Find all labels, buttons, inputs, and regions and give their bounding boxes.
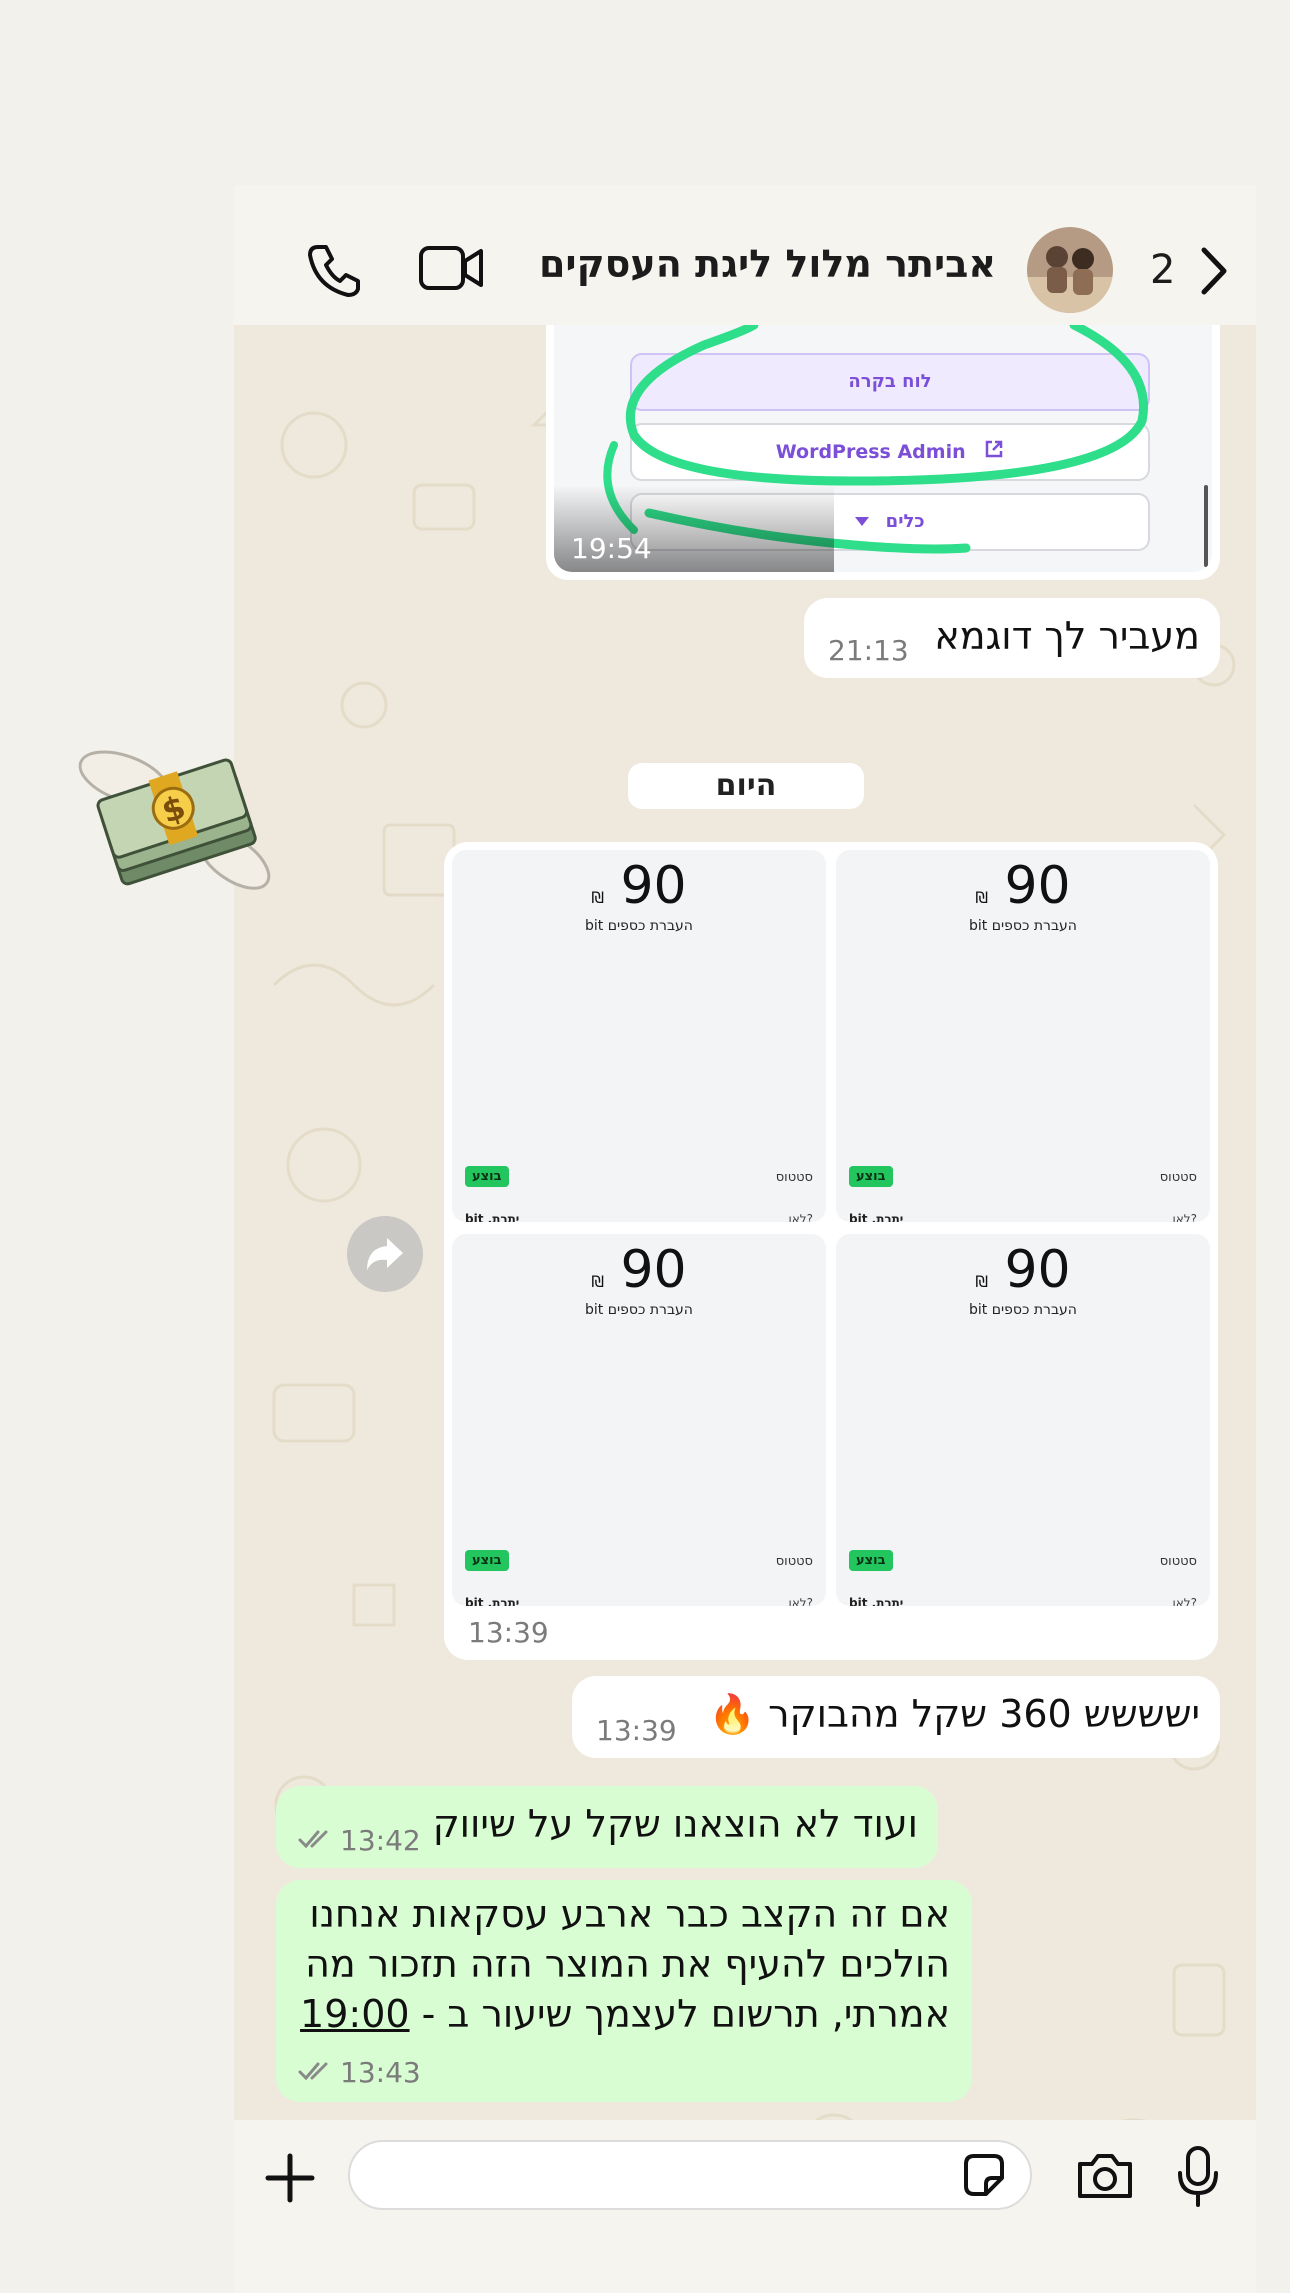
status-badge: בוצע (465, 1166, 509, 1187)
voice-call-icon[interactable] (306, 241, 362, 297)
currency-symbol: ₪ (591, 888, 604, 907)
message-text: ועוד לא הוצאנו שקל על שיווק (432, 1802, 918, 1846)
chevron-back-icon[interactable] (1196, 246, 1230, 296)
payment-amount-value: 90 (1004, 1240, 1071, 1300)
message-time: 13:39 (468, 1616, 549, 1649)
message-time: 19:54 (571, 532, 652, 565)
payment-subtitle: העברת כספים bit (969, 1302, 1077, 1318)
image-album-message[interactable]: 90 ₪ העברת כספים bit בוצע סטטוס bit ,יתר… (444, 842, 1218, 1660)
message-line: אם זה הקצב כבר ארבע עסקאות אנחנו (309, 1892, 950, 1936)
payment-footer-right: לאן? (788, 1596, 814, 1606)
payment-screenshot[interactable]: 90 ₪ העברת כספים bit בוצע סטטוס bit ,יתר… (836, 1234, 1210, 1606)
date-divider: היום (628, 763, 864, 809)
forward-arrow-icon (367, 1238, 403, 1270)
payment-screenshot[interactable]: 90 ₪ העברת כספים bit בוצע סטטוס bit ,יתר… (452, 850, 826, 1222)
payment-amount: 90 ₪ (836, 856, 1210, 916)
forward-button[interactable] (347, 1216, 423, 1292)
double-check-icon (298, 1828, 334, 1854)
attach-plus-icon[interactable] (262, 2150, 318, 2206)
payment-subtitle: העברת כספים bit (969, 918, 1077, 934)
payment-footer-left: bit ,יתרת (465, 1596, 520, 1606)
message-line: אמרתי, תרשום לעצמך שיעור ב - 19:00 (300, 1992, 950, 2036)
status-label: סטטוס (1159, 1554, 1197, 1569)
microphone-icon[interactable] (1176, 2145, 1220, 2207)
payment-footer-right: לאן? (1172, 1596, 1198, 1606)
payment-footer-left: bit ,יתרת (849, 1596, 904, 1606)
currency-symbol: ₪ (591, 1272, 604, 1291)
payment-amount: 90 ₪ (452, 856, 826, 916)
message-input[interactable] (348, 2140, 1032, 2210)
status-label: סטטוס (775, 1170, 813, 1185)
payment-amount: 90 ₪ (452, 1240, 826, 1300)
currency-symbol: ₪ (975, 888, 988, 907)
payment-subtitle: העברת כספים bit (585, 918, 693, 934)
status-label: סטטוס (1159, 1170, 1197, 1185)
status-badge: בוצע (849, 1166, 893, 1187)
payment-amount-value: 90 (620, 856, 687, 916)
message-time: 21:13 (828, 634, 909, 667)
contact-name[interactable]: אביתר מלול ליגת העסקים (539, 242, 996, 286)
payment-amount: 90 ₪ (836, 1240, 1210, 1300)
payment-screenshot[interactable]: 90 ₪ העברת כספים bit בוצע סטטוס bit ,יתר… (836, 850, 1210, 1222)
message-time: 13:42 (340, 1824, 421, 1857)
payment-footer-left: bit ,יתרת (849, 1212, 904, 1222)
video-call-icon[interactable] (418, 243, 484, 293)
message-line-text: אמרתי, תרשום לעצמך שיעור ב - (409, 1992, 950, 2036)
status-badge: בוצע (849, 1550, 893, 1571)
message-time: 13:39 (596, 1714, 677, 1747)
time-link[interactable]: 19:00 (300, 1992, 410, 2036)
payment-footer-right: לאן? (788, 1212, 814, 1222)
message-time: 13:43 (340, 2056, 421, 2089)
money-with-wings-sticker[interactable]: $ (76, 730, 276, 906)
message-bubble-outgoing[interactable]: ועוד לא הוצאנו שקל על שיווק 13:42 (276, 1786, 938, 1868)
payment-amount-value: 90 (1004, 856, 1071, 916)
camera-icon[interactable] (1076, 2150, 1134, 2200)
payment-amount-value: 90 (620, 1240, 687, 1300)
message-text: מעביר לך דוגמא (934, 614, 1200, 658)
message-line: הולכים להעיף את המוצר הזה תזכור מה (305, 1942, 950, 1986)
image-preview[interactable]: לוח בקרה WordPress Admin כלים (554, 325, 1212, 572)
status-label: סטטוס (775, 1554, 813, 1569)
message-bubble-outgoing[interactable]: אם זה הקצב כבר ארבע עסקאות אנחנו הולכים … (276, 1880, 972, 2102)
currency-symbol: ₪ (975, 1272, 988, 1291)
image-message[interactable]: לוח בקרה WordPress Admin כלים 19:54 (546, 325, 1220, 580)
payment-subtitle: העברת כספים bit (585, 1302, 693, 1318)
sticker-icon[interactable] (960, 2152, 1006, 2198)
status-badge: בוצע (465, 1550, 509, 1571)
message-bubble-incoming[interactable]: ישששש 360 שקל מהבוקר 🔥 13:39 (572, 1676, 1220, 1758)
avatar[interactable] (1027, 227, 1113, 313)
message-bubble-incoming[interactable]: מעביר לך דוגמא 21:13 (804, 598, 1220, 678)
payment-footer-right: לאן? (1172, 1212, 1198, 1222)
payment-screenshot[interactable]: 90 ₪ העברת כספים bit בוצע סטטוס bit ,יתר… (452, 1234, 826, 1606)
whatsapp-chat-screen: 2 אביתר מלול ליגת העסקים לוח בקרה WordPr… (0, 0, 1290, 2293)
double-check-icon (298, 2060, 334, 2086)
message-text: ישששש 360 שקל מהבוקר 🔥 (708, 1692, 1200, 1736)
payment-footer-left: bit ,יתרת (465, 1212, 520, 1222)
unread-count[interactable]: 2 (1150, 247, 1175, 293)
